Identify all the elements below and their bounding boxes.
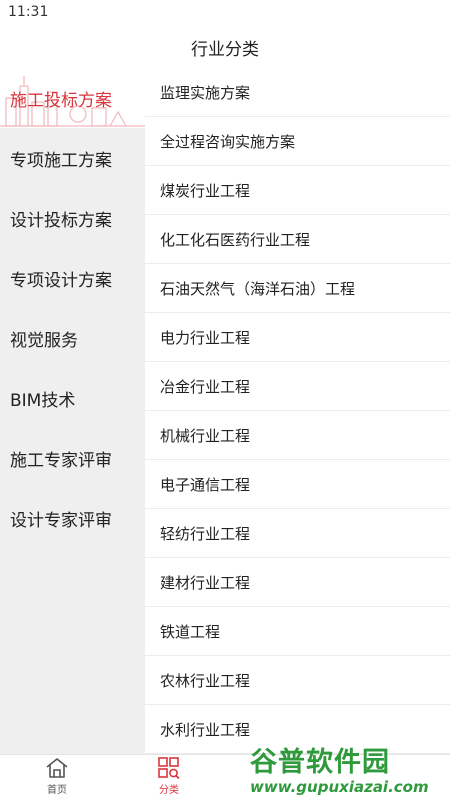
tab-label: 首页 — [47, 785, 67, 796]
list-item-label: 煤炭行业工程 — [160, 181, 251, 200]
list-item-label: 农林行业工程 — [160, 671, 251, 690]
sidebar-item-label: 专项施工方案 — [10, 150, 112, 171]
list-item[interactable]: 石油天然气（海洋石油）工程 — [145, 264, 450, 313]
sidebar-item-label: 专项设计方案 — [10, 270, 112, 291]
list-item[interactable]: 全过程咨询实施方案 — [145, 117, 450, 166]
list-item-label: 建材行业工程 — [160, 573, 251, 592]
list-item-label: 化工化石医药行业工程 — [160, 230, 311, 249]
list-item[interactable]: 监理实施方案 — [145, 68, 450, 117]
list-item[interactable]: 轻纺行业工程 — [145, 509, 450, 558]
list-item-label: 轻纺行业工程 — [160, 524, 251, 543]
sidebar-item-visual-service[interactable]: 视觉服务 — [0, 308, 145, 368]
home-icon — [46, 758, 68, 778]
sidebar-item-construction-bid[interactable]: 施工投标方案 — [0, 68, 145, 128]
list-item[interactable]: 铁道工程 — [145, 607, 450, 656]
sidebar-item-label: BIM技术 — [10, 390, 76, 411]
list-item[interactable]: 机械行业工程 — [145, 411, 450, 460]
site-watermark: 谷普软件园 www.gupuxiazai.com — [250, 740, 450, 800]
tab-category[interactable]: 分类 — [139, 757, 199, 799]
sidebar-item-special-construction[interactable]: 专项施工方案 — [0, 128, 145, 188]
list-item-label: 监理实施方案 — [160, 83, 251, 102]
tab-label: 分类 — [159, 785, 179, 796]
watermark-title: 谷普软件园 — [250, 747, 390, 778]
list-item-label: 石油天然气（海洋石油）工程 — [160, 279, 356, 298]
sidebar-item-label: 设计专家评审 — [10, 510, 112, 531]
sidebar-item-label: 施工专家评审 — [10, 450, 112, 471]
list-item[interactable]: 冶金行业工程 — [145, 362, 450, 411]
list-item[interactable]: 化工化石医药行业工程 — [145, 215, 450, 264]
page-title: 行业分类 — [191, 39, 259, 60]
sidebar-item-special-design[interactable]: 专项设计方案 — [0, 248, 145, 308]
watermark-url: www.gupuxiazai.com — [250, 778, 429, 796]
list-item-label: 电子通信工程 — [160, 475, 251, 494]
list-item[interactable]: 建材行业工程 — [145, 558, 450, 607]
status-bar: 11:31 — [0, 0, 450, 26]
subcategory-list: 监理实施方案 全过程咨询实施方案 煤炭行业工程 化工化石医药行业工程 石油天然气… — [145, 68, 450, 754]
list-item-label: 铁道工程 — [160, 622, 221, 641]
sidebar-item-design-bid[interactable]: 设计投标方案 — [0, 188, 145, 248]
list-item-label: 机械行业工程 — [160, 426, 251, 445]
tab-home[interactable]: 首页 — [27, 757, 87, 799]
list-item[interactable]: 电子通信工程 — [145, 460, 450, 509]
sidebar-item-bim[interactable]: BIM技术 — [0, 368, 145, 428]
sidebar-item-label: 施工投标方案 — [10, 90, 112, 111]
category-icon — [158, 757, 180, 779]
list-item-label: 冶金行业工程 — [160, 377, 251, 396]
sidebar-item-label: 视觉服务 — [10, 330, 78, 351]
list-item-label: 全过程咨询实施方案 — [160, 132, 296, 151]
sidebar-item-label: 设计投标方案 — [10, 210, 112, 231]
page-title-bar: 行业分类 — [0, 26, 450, 68]
sidebar-item-design-review[interactable]: 设计专家评审 — [0, 488, 145, 548]
status-time: 11:31 — [8, 4, 49, 20]
category-sidebar: 施工投标方案 专项施工方案 设计投标方案 专项设计方案 视觉服务 BIM技术 施… — [0, 68, 145, 754]
sidebar-item-construction-review[interactable]: 施工专家评审 — [0, 428, 145, 488]
list-item-label: 电力行业工程 — [160, 328, 251, 347]
list-item[interactable]: 煤炭行业工程 — [145, 166, 450, 215]
list-item-label: 水利行业工程 — [160, 720, 251, 739]
list-item[interactable]: 农林行业工程 — [145, 656, 450, 705]
list-item[interactable]: 电力行业工程 — [145, 313, 450, 362]
